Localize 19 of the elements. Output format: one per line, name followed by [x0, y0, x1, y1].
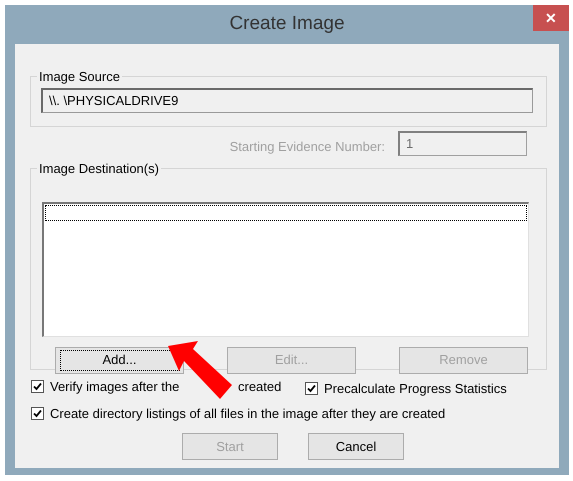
option-label: Create directory listings of all files in the image after they are created	[50, 405, 446, 423]
close-button[interactable]: ✕	[533, 5, 569, 31]
group-label: Image Source	[38, 68, 121, 86]
source-field[interactable]: \\. \PHYSICALDRIVE9	[41, 88, 533, 112]
option-label: Precalculate Progress Statistics	[324, 380, 507, 398]
destination-list[interactable]	[42, 202, 529, 336]
checkbox[interactable]	[31, 380, 44, 394]
window-title: Create Image	[229, 12, 345, 36]
evidence-label: Starting Evidence Number:	[230, 138, 385, 156]
source-value: \\. \PHYSICALDRIVE9	[49, 92, 178, 110]
focus-row[interactable]	[45, 204, 527, 220]
group-label: Image Destination(s)	[38, 160, 160, 178]
dialog-button[interactable]: Add...	[55, 346, 184, 374]
checkbox[interactable]	[31, 407, 44, 420]
evidence-value: 1	[406, 135, 414, 154]
option-label: created	[238, 378, 282, 396]
option-label: Verify images after the	[50, 378, 180, 396]
checkbox[interactable]	[305, 382, 318, 396]
dialog-button[interactable]: Cancel	[308, 433, 404, 460]
